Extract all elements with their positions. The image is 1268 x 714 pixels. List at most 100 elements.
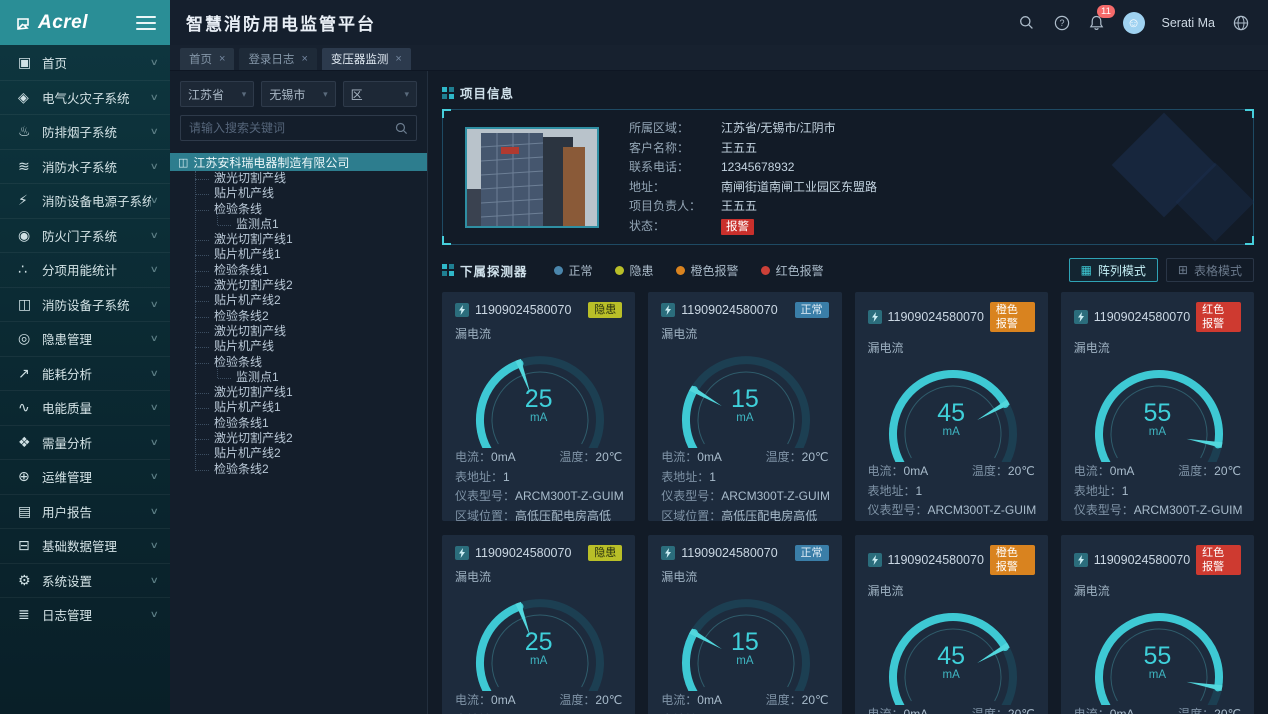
device-tree: ◫ 江苏安科瑞电器制造有限公司 激光切割产线贴片机产线检验条线监测点1激光切割产… (170, 153, 427, 477)
tree-item[interactable]: 监测点1 (170, 217, 427, 232)
tree-item[interactable]: 检验条线 (170, 355, 427, 370)
tab-2[interactable]: 登录日志× (239, 48, 316, 70)
sidebar-item-label: 首页 (42, 53, 151, 72)
device-bolt-icon (1074, 310, 1088, 324)
tree-item[interactable]: 激光切割产线 (170, 324, 427, 339)
language-globe-icon[interactable] (1232, 14, 1250, 32)
metric-label: 漏电流 (868, 339, 1035, 356)
district-select[interactable]: 区 ▾ (343, 81, 417, 107)
tab-3[interactable]: 变压器监测 × (322, 48, 411, 70)
demand-analysis-icon: ❖ (18, 434, 42, 451)
field-value: 1 (1122, 482, 1129, 502)
sidebar-item-9[interactable]: ◎隐患管理∨ (0, 321, 170, 356)
sidebar-item-label: 能耗分析 (42, 364, 151, 383)
mode-button-1[interactable]: ▦阵列模式 (1069, 258, 1158, 282)
sidebar-item-label: 基础数据管理 (42, 536, 151, 555)
bell-icon[interactable]: 11 (1088, 14, 1106, 32)
field-label: 温度： (1178, 705, 1214, 714)
detector-card-4[interactable]: 11909024580070红色报警漏电流55mA电流：0mA温度：20℃表地址… (1061, 292, 1254, 521)
tree-item[interactable]: 激光切割产线1 (170, 232, 427, 247)
leakage-current-gauge: 15mA (661, 344, 828, 448)
sidebar-item-17[interactable]: ≣日志管理∨ (0, 597, 170, 632)
tab-close-icon[interactable]: × (219, 53, 225, 65)
fire-power-supply-icon: ⚡ (18, 192, 42, 209)
sidebar-item-2[interactable]: ◈电气火灾子系统∨ (0, 80, 170, 115)
tree-item[interactable]: 检验条线 (170, 202, 427, 217)
detector-card-8[interactable]: 11909024580070红色报警漏电流55mA电流：0mA温度：20℃表地址… (1061, 535, 1254, 714)
tree-item[interactable]: 检验条线2 (170, 462, 427, 477)
detector-card-3[interactable]: 11909024580070橙色报警漏电流45mA电流：0mA温度：20℃表地址… (855, 292, 1048, 521)
sidebar-item-15[interactable]: ⊟基础数据管理∨ (0, 528, 170, 563)
tree-item-label: 贴片机产线 (214, 186, 274, 200)
sidebar-item-14[interactable]: ▤用户报告∨ (0, 494, 170, 529)
sidebar-item-4[interactable]: ≋消防水子系统∨ (0, 149, 170, 184)
status-badge: 正常 (795, 302, 829, 318)
detector-card-6[interactable]: 11909024580070正常漏电流15mA电流：0mA温度：20℃表地址：1… (648, 535, 841, 714)
tree-item[interactable]: 激光切割产线1 (170, 385, 427, 400)
tree-item[interactable]: 激光切割产线2 (170, 278, 427, 293)
detector-card-2[interactable]: 11909024580070正常漏电流15mA电流：0mA温度：20℃表地址：1… (648, 292, 841, 521)
tree-item[interactable]: 激光切割产线 (170, 171, 427, 186)
tree-item[interactable]: 贴片机产线 (170, 186, 427, 201)
sidebar-item-16[interactable]: ⚙系统设置∨ (0, 563, 170, 598)
tree-item[interactable]: 检验条线2 (170, 309, 427, 324)
home-icon: ▣ (18, 54, 42, 71)
chevron-down-icon: ∨ (150, 195, 159, 206)
legend-dot-icon (761, 266, 770, 275)
tree-item[interactable]: 监测点1 (170, 370, 427, 385)
tab-close-icon[interactable]: × (301, 53, 307, 65)
project-info-panel: 所属区域：江苏省/无锡市/江阴市客户名称：王五五联系电话：12345678932… (442, 109, 1254, 245)
hamburger-menu-icon[interactable] (136, 16, 156, 30)
card-field-row: 电流：0mA温度：20℃ (1074, 462, 1241, 482)
tree-root-company[interactable]: ◫ 江苏安科瑞电器制造有限公司 (170, 153, 427, 171)
field-value: 0mA (697, 691, 765, 711)
detector-card-5[interactable]: 11909024580070隐患漏电流25mA电流：0mA温度：20℃表地址：1… (442, 535, 635, 714)
sidebar-item-12[interactable]: ❖需量分析∨ (0, 425, 170, 460)
sidebar-item-3[interactable]: ♨防排烟子系统∨ (0, 114, 170, 149)
tree-item[interactable]: 贴片机产线2 (170, 293, 427, 308)
sidebar-item-13[interactable]: ⊕运维管理∨ (0, 459, 170, 494)
field-label: 温度： (559, 448, 595, 468)
sidebar-item-11[interactable]: ∿电能质量∨ (0, 390, 170, 425)
card-field-row: 电流：0mA温度：20℃ (661, 691, 828, 711)
tree-item-label: 贴片机产线1 (214, 400, 281, 414)
detector-card-7[interactable]: 11909024580070橙色报警漏电流45mA电流：0mA温度：20℃表地址… (855, 535, 1048, 714)
sidebar-item-6[interactable]: ◉防火门子系统∨ (0, 218, 170, 253)
field-label: 电流： (868, 705, 904, 714)
help-icon[interactable]: ? (1053, 14, 1071, 32)
sidebar-item-5[interactable]: ⚡消防设备电源子系统∨ (0, 183, 170, 218)
field-label: 表地址： (868, 482, 916, 502)
field-label: 温度： (972, 705, 1008, 714)
avatar[interactable]: ☺ (1123, 12, 1145, 34)
tree-item[interactable]: 贴片机产线1 (170, 247, 427, 262)
tree-item[interactable]: 贴片机产线2 (170, 446, 427, 461)
sidebar-item-7[interactable]: ∴分项用能统计∨ (0, 252, 170, 287)
tree-item[interactable]: 贴片机产线 (170, 339, 427, 354)
status-badge: 隐患 (588, 545, 622, 561)
tree-item[interactable]: 贴片机产线1 (170, 400, 427, 415)
tree-item[interactable]: 检验条线1 (170, 416, 427, 431)
sidebar-item-label: 防排烟子系统 (42, 122, 151, 141)
tab-1[interactable]: 首页× (180, 48, 234, 70)
device-bolt-icon (455, 303, 469, 317)
province-select[interactable]: 江苏省 ▾ (180, 81, 254, 107)
tab-label: 变压器监测 (331, 51, 389, 67)
building-photo (465, 127, 599, 228)
sidebar-item-8[interactable]: ◫消防设备子系统∨ (0, 287, 170, 322)
sidebar-item-1[interactable]: ▣首页∨ (0, 45, 170, 80)
tree-item[interactable]: 检验条线1 (170, 263, 427, 278)
card-field-row: 仪表型号：ARCM300T-Z-GUIM (1074, 501, 1241, 521)
search-input[interactable] (189, 121, 395, 135)
topbar-icons: ? 11 ☺ Serati Ma (1018, 12, 1251, 34)
metric-label: 漏电流 (1074, 582, 1241, 599)
panel-corner (442, 236, 451, 245)
sidebar-item-10[interactable]: ↗能耗分析∨ (0, 356, 170, 391)
tree-item[interactable]: 激光切割产线2 (170, 431, 427, 446)
city-select[interactable]: 无锡市 ▾ (261, 81, 335, 107)
tab-close-icon[interactable]: × (395, 53, 401, 65)
field-value: 1 (503, 468, 510, 488)
detector-card-1[interactable]: 11909024580070隐患漏电流25mA电流：0mA温度：20℃表地址：1… (442, 292, 635, 521)
search-icon[interactable] (1018, 14, 1036, 32)
mode-button-2[interactable]: ⊞表格模式 (1166, 258, 1254, 282)
user-name[interactable]: Serati Ma (1162, 16, 1216, 30)
